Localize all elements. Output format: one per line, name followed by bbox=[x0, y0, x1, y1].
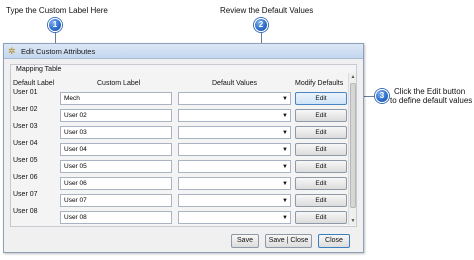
table-row: User 06 User 06 ▼ Edit bbox=[11, 174, 356, 191]
row-default-label: User 08 bbox=[13, 208, 38, 215]
dropdown-arrow-icon: ▼ bbox=[282, 113, 288, 119]
default-value-select[interactable]: ▼ bbox=[178, 211, 291, 224]
dropdown-arrow-icon: ▼ bbox=[282, 198, 288, 204]
gear-icon: ✲ bbox=[8, 46, 16, 56]
dropdown-arrow-icon: ▼ bbox=[282, 130, 288, 136]
edit-button[interactable]: Edit bbox=[295, 177, 347, 190]
row-default-label: User 07 bbox=[13, 191, 38, 198]
table-row: User 04 User 04 ▼ Edit bbox=[11, 140, 356, 157]
callout-2-text: Review the Default Values bbox=[220, 6, 314, 15]
table-row: User 02 User 02 ▼ Edit bbox=[11, 106, 356, 123]
dropdown-arrow-icon: ▼ bbox=[282, 96, 288, 102]
default-value-select[interactable]: ▼ bbox=[178, 194, 291, 207]
save-close-button[interactable]: Save | Close bbox=[265, 234, 312, 248]
default-value-select[interactable]: ▼ bbox=[178, 160, 291, 173]
default-value-select[interactable]: ▼ bbox=[178, 92, 291, 105]
edit-button[interactable]: Edit bbox=[295, 92, 347, 105]
edit-custom-attributes-dialog: ✲ Edit Custom Attributes Mapping Table D… bbox=[3, 43, 364, 253]
row-default-label: User 06 bbox=[13, 174, 38, 181]
custom-label-input[interactable]: User 07 bbox=[60, 194, 172, 207]
close-button[interactable]: Close bbox=[318, 234, 350, 248]
dropdown-arrow-icon: ▼ bbox=[282, 215, 288, 221]
table-row: User 03 User 03 ▼ Edit bbox=[11, 123, 356, 140]
vertical-scrollbar[interactable]: ▲ ▼ bbox=[348, 73, 356, 225]
default-value-select[interactable]: ▼ bbox=[178, 109, 291, 122]
default-value-select[interactable]: ▼ bbox=[178, 143, 291, 156]
default-value-select[interactable]: ▼ bbox=[178, 177, 291, 190]
header-default-values: Default Values bbox=[212, 80, 258, 87]
header-default-label: Default Label bbox=[13, 80, 55, 87]
custom-label-input[interactable]: User 02 bbox=[60, 109, 172, 122]
dropdown-arrow-icon: ▼ bbox=[282, 181, 288, 187]
callout-2-badge: 2 bbox=[254, 18, 268, 32]
table-row: User 07 User 07 ▼ Edit bbox=[11, 191, 356, 208]
row-default-label: User 02 bbox=[13, 106, 38, 113]
header-custom-label: Custom Label bbox=[97, 80, 141, 87]
header-modify-defaults: Modify Defaults bbox=[295, 80, 344, 87]
row-default-label: User 04 bbox=[13, 140, 38, 147]
dropdown-arrow-icon: ▼ bbox=[282, 164, 288, 170]
callout-3-badge: 3 bbox=[375, 89, 389, 103]
custom-label-input[interactable]: User 06 bbox=[60, 177, 172, 190]
edit-button[interactable]: Edit bbox=[295, 109, 347, 122]
callout-1-badge: 1 bbox=[48, 18, 62, 32]
title-bar[interactable]: ✲ Edit Custom Attributes bbox=[4, 44, 363, 59]
dropdown-arrow-icon: ▼ bbox=[282, 147, 288, 153]
custom-label-input[interactable]: User 08 bbox=[60, 211, 172, 224]
scroll-up-arrow-icon[interactable]: ▲ bbox=[349, 73, 357, 81]
custom-label-input[interactable]: User 03 bbox=[60, 126, 172, 139]
custom-label-input[interactable]: User 05 bbox=[60, 160, 172, 173]
edit-button[interactable]: Edit bbox=[295, 143, 347, 156]
scroll-down-arrow-icon[interactable]: ▼ bbox=[349, 217, 357, 225]
default-value-select[interactable]: ▼ bbox=[178, 126, 291, 139]
save-button[interactable]: Save bbox=[231, 234, 259, 248]
callout-3-text-line2: to define default values bbox=[390, 96, 473, 105]
edit-button[interactable]: Edit bbox=[295, 126, 347, 139]
custom-label-input[interactable]: Mech bbox=[60, 92, 172, 105]
window-title: Edit Custom Attributes bbox=[21, 47, 96, 56]
row-default-label: User 03 bbox=[13, 123, 38, 130]
edit-button[interactable]: Edit bbox=[295, 194, 347, 207]
callout-3-text-line1: Click the Edit button bbox=[394, 87, 466, 96]
table-row: User 01 Mech ▼ Edit bbox=[11, 89, 356, 106]
edit-button[interactable]: Edit bbox=[295, 160, 347, 173]
group-label: Mapping Table bbox=[16, 66, 62, 73]
custom-label-input[interactable]: User 04 bbox=[60, 143, 172, 156]
scrollbar-thumb[interactable] bbox=[350, 83, 356, 208]
callout-1-text: Type the Custom Label Here bbox=[6, 6, 108, 15]
row-default-label: User 05 bbox=[13, 157, 38, 164]
row-default-label: User 01 bbox=[13, 89, 38, 96]
table-row: User 08 User 08 ▼ Edit bbox=[11, 208, 356, 225]
mapping-table-group: Mapping Table Default Label Custom Label… bbox=[10, 64, 357, 227]
edit-button[interactable]: Edit bbox=[295, 211, 347, 224]
table-row: User 05 User 05 ▼ Edit bbox=[11, 157, 356, 174]
